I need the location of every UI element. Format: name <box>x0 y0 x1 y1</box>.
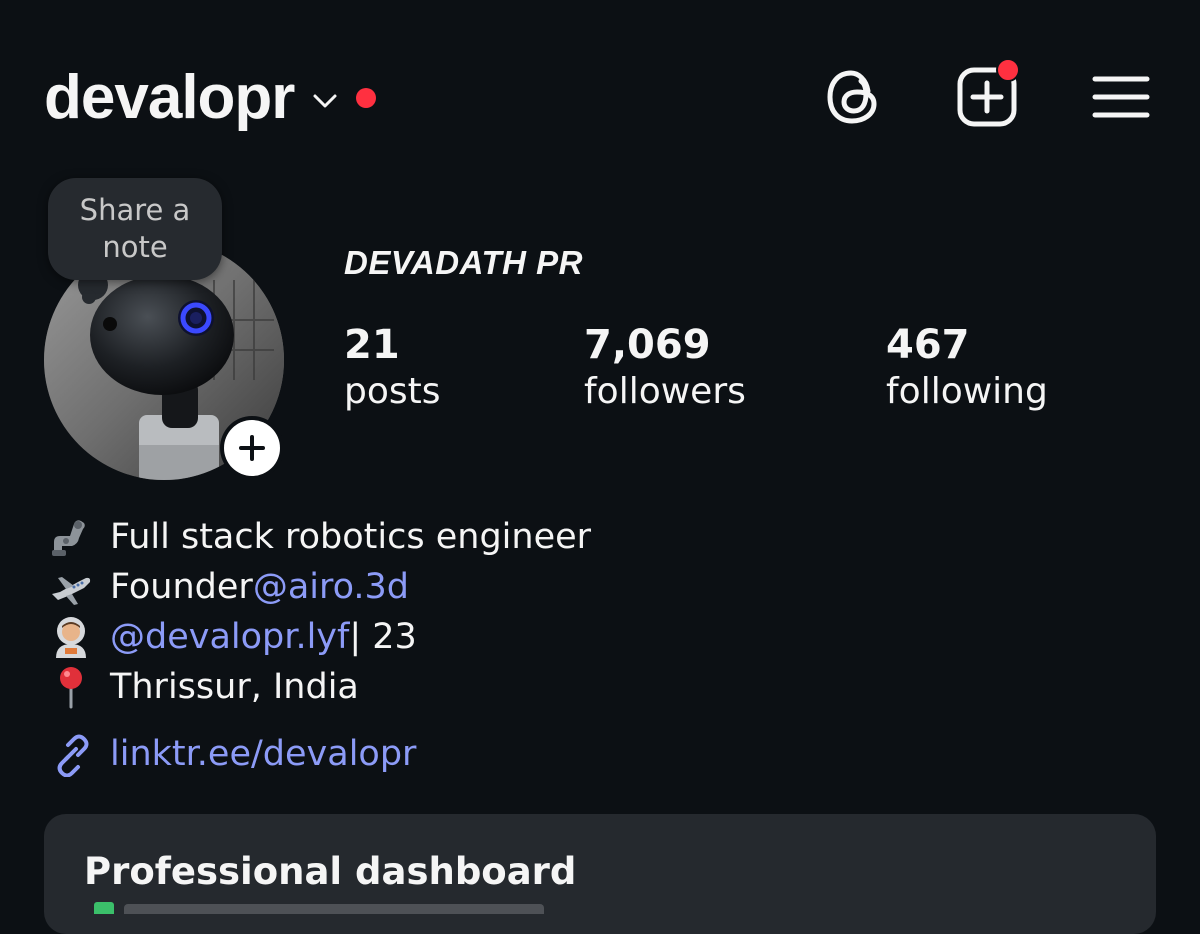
bio-link-row[interactable]: linktr.ee/devalopr <box>46 728 591 780</box>
threads-icon <box>827 70 877 124</box>
following-count: 467 <box>886 322 970 368</box>
followers-label: followers <box>584 371 746 412</box>
create-button[interactable] <box>952 58 1022 132</box>
professional-dashboard-card[interactable]: Professional dashboard <box>44 814 1156 934</box>
bio-line-4: Thrissur, India <box>46 662 591 712</box>
bio-line-1-text: Full stack robotics engineer <box>110 517 592 557</box>
bio-link[interactable]: linktr.ee/devalopr <box>110 728 416 780</box>
bio-line-2-prefix: Founder <box>110 567 253 607</box>
chevron-down-icon[interactable] <box>312 93 338 109</box>
menu-icon <box>1092 76 1150 118</box>
share-note-label: Share a note <box>79 193 191 264</box>
plus-icon <box>239 435 265 461</box>
bio-line-3: @devalopr.lyf | 23 <box>46 612 591 662</box>
add-story-inner <box>224 420 280 476</box>
share-note-button[interactable]: Share a note <box>48 178 222 280</box>
dashboard-subtitle-cropped <box>84 900 564 914</box>
link-icon <box>46 729 96 779</box>
threads-button[interactable] <box>818 62 888 132</box>
airplane-icon <box>46 562 96 612</box>
profile-header: devalopr <box>0 0 1200 180</box>
followers-stat[interactable]: 7,069 followers <box>584 322 746 416</box>
following-label: following <box>886 371 1048 412</box>
followers-count: 7,069 <box>584 322 711 368</box>
username[interactable]: devalopr <box>44 62 295 134</box>
bio-line-4-text: Thrissur, India <box>110 667 359 707</box>
add-story-button[interactable] <box>220 416 284 480</box>
bio-line-2: Founder @airo.3d <box>46 562 591 612</box>
posts-stat[interactable]: 21 posts <box>344 322 441 416</box>
bio-line-1: Full stack robotics engineer <box>46 512 591 562</box>
mention-devalopr-lyf[interactable]: @devalopr.lyf <box>110 612 349 662</box>
following-stat[interactable]: 467 following <box>886 322 1048 416</box>
menu-button[interactable] <box>1086 62 1156 132</box>
note-bubble-tail-small <box>82 290 96 304</box>
notification-dot <box>356 88 377 108</box>
create-notification-dot <box>996 58 1020 82</box>
mechanical-arm-icon <box>46 512 96 562</box>
display-name: DEVADATH PR <box>344 244 583 281</box>
round-pushpin-icon <box>46 662 96 712</box>
bio-line-3-suffix: | 23 <box>349 617 417 657</box>
posts-label: posts <box>344 371 441 412</box>
astronaut-icon <box>46 612 96 662</box>
posts-count: 21 <box>344 322 400 368</box>
account-switcher[interactable]: devalopr <box>44 62 377 134</box>
mention-airo[interactable]: @airo.3d <box>253 562 409 612</box>
bio: Full stack robotics engineer Founder @ai… <box>46 512 591 780</box>
dashboard-title: Professional dashboard <box>84 850 577 893</box>
